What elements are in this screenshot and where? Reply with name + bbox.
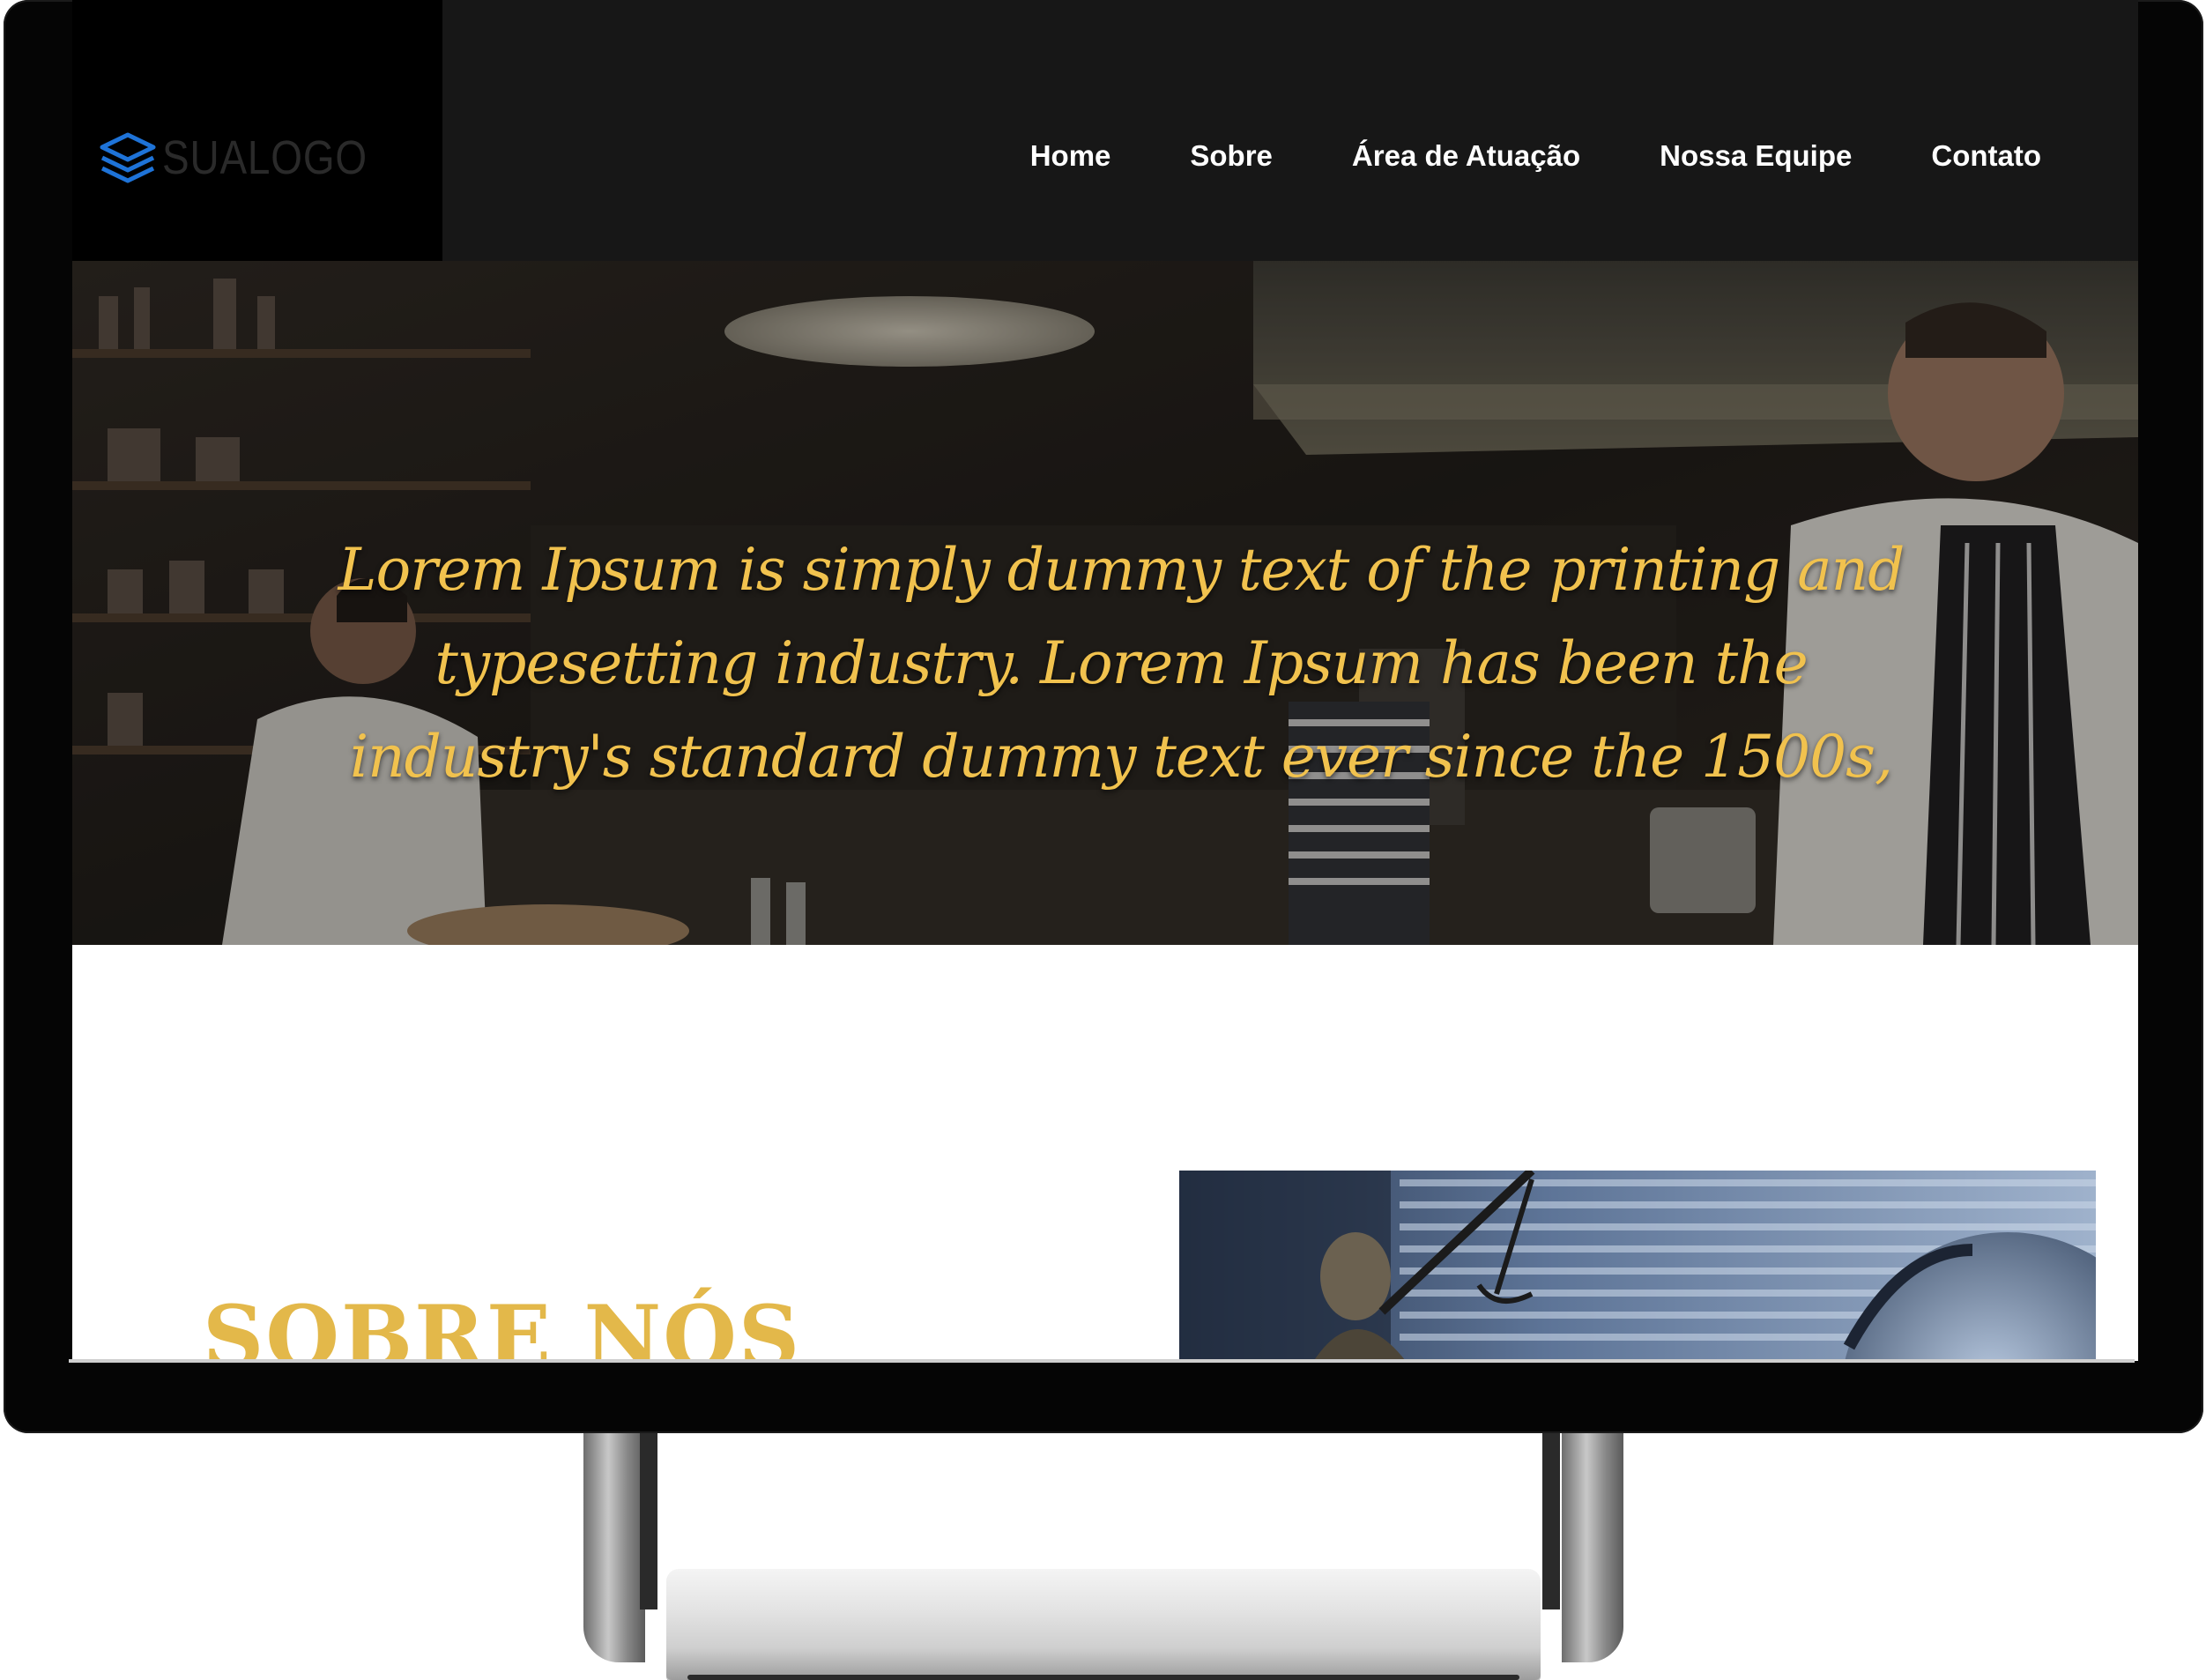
nav-link-home[interactable]: Home: [1030, 139, 1111, 173]
about-title: SOBRE NÓS: [203, 1287, 802, 1361]
monitor-stand-right-arm: [1562, 1433, 1623, 1662]
hero-headline: Lorem Ipsum is simply dummy text of the …: [338, 536, 1905, 791]
justice-scale-image: [1179, 1171, 2096, 1361]
about-section: SOBRE NÓS: [72, 945, 2138, 1361]
monitor-stand-right-inner: [1542, 1433, 1560, 1609]
monitor-stand-left-inner: [640, 1433, 657, 1609]
monitor-frame: SUALOGO Home Sobre Área de Atuação Nossa…: [4, 0, 2203, 1433]
logo-text: SUALOGO: [162, 131, 368, 184]
screen-bottom-edge: [69, 1359, 2135, 1363]
monitor-screen: SUALOGO Home Sobre Área de Atuação Nossa…: [72, 0, 2138, 1361]
monitor-stand-base: [666, 1569, 1541, 1680]
hero-banner: Lorem Ipsum is simply dummy text of the …: [72, 261, 2138, 945]
nav-link-contato[interactable]: Contato: [1931, 139, 2041, 173]
device-mockup: SUALOGO Home Sobre Área de Atuação Nossa…: [0, 0, 2206, 1680]
monitor-stand-left-arm: [583, 1433, 645, 1662]
nav-link-nossa-equipe[interactable]: Nossa Equipe: [1660, 139, 1852, 173]
about-justice-image: [1179, 1171, 2096, 1361]
layers-icon: [99, 131, 157, 184]
site-logo[interactable]: SUALOGO: [99, 130, 404, 185]
monitor-stand-shadow: [687, 1675, 1519, 1680]
nav-link-sobre[interactable]: Sobre: [1190, 139, 1273, 173]
main-nav: Home Sobre Área de Atuação Nossa Equipe …: [1030, 139, 2041, 173]
nav-link-area-de-atuacao[interactable]: Área de Atuação: [1352, 139, 1580, 173]
